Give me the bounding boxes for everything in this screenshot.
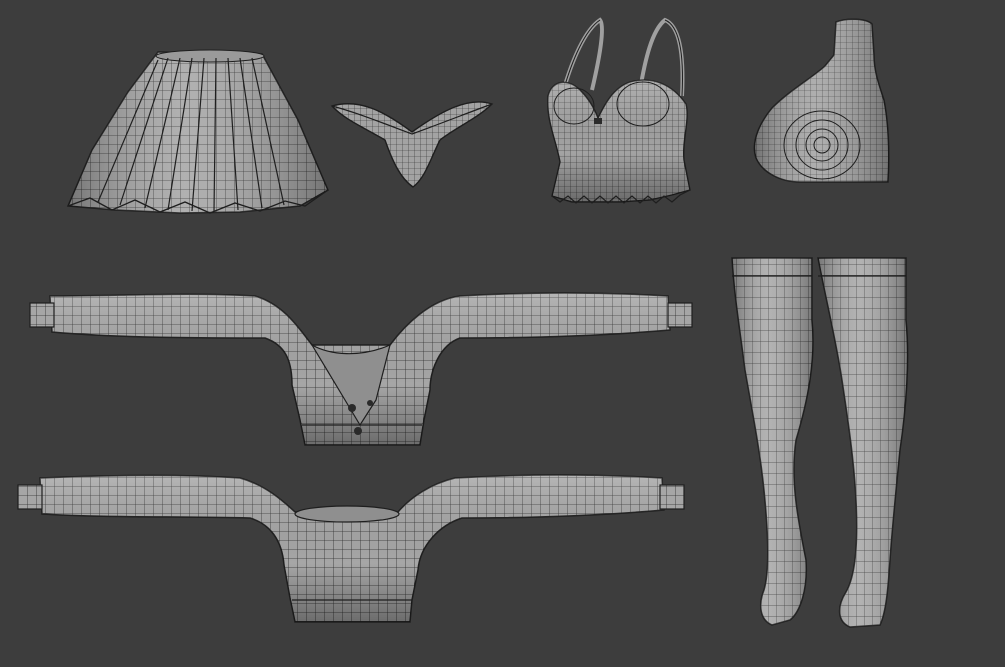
- bust-mesh-icon[interactable]: [753, 18, 890, 183]
- skirt-mesh-icon[interactable]: [66, 49, 329, 214]
- sweater-mesh-icon[interactable]: [17, 474, 685, 623]
- thong-mesh-icon[interactable]: [330, 101, 494, 188]
- stockings-mesh-icon[interactable]: [731, 257, 909, 628]
- 3d-viewport[interactable]: [0, 0, 1005, 667]
- cardigan-mesh-icon[interactable]: [29, 292, 693, 446]
- viewport-canvas: [17, 17, 909, 628]
- camisole-mesh-icon[interactable]: [547, 17, 691, 204]
